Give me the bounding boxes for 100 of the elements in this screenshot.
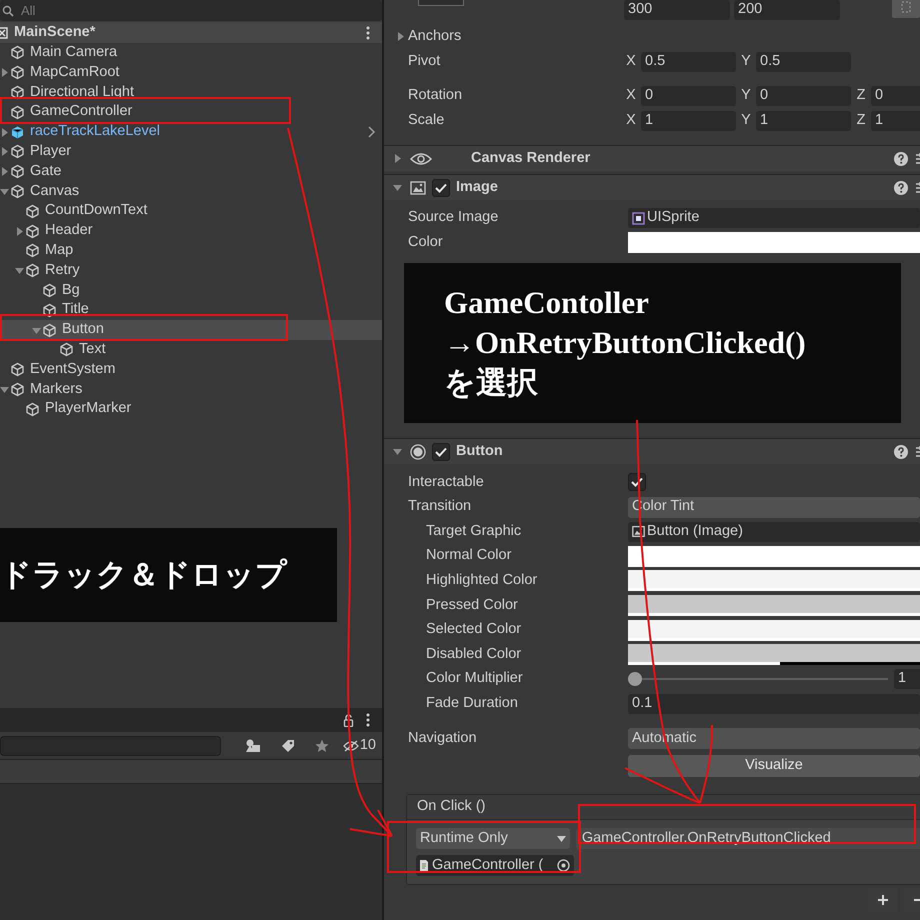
tree-item[interactable]: Map xyxy=(0,240,382,261)
caret-down-icon[interactable] xyxy=(32,326,41,335)
help-icon[interactable] xyxy=(894,180,908,194)
tree-item[interactable]: Bg xyxy=(0,280,382,300)
tree-item[interactable]: Button xyxy=(0,320,382,340)
cube-icon xyxy=(10,144,25,160)
chevron-right-icon[interactable] xyxy=(368,126,376,138)
tree-item[interactable]: CountDownText xyxy=(0,201,382,222)
color-field[interactable] xyxy=(628,546,920,567)
tree-item[interactable]: Markers xyxy=(0,380,382,400)
axis-label: X xyxy=(625,110,637,130)
caret-right-icon[interactable] xyxy=(0,147,9,156)
caret-down-icon[interactable] xyxy=(393,183,402,192)
color-field[interactable] xyxy=(628,644,920,666)
search-field[interactable] xyxy=(0,736,221,756)
lock-icon[interactable] xyxy=(343,714,354,726)
search-icon xyxy=(2,4,15,16)
property-label: Highlighted Color xyxy=(426,572,538,588)
eye-slash-icon xyxy=(342,740,359,752)
number-field[interactable]: 0 xyxy=(871,86,920,106)
search-input[interactable]: All xyxy=(21,0,321,20)
component-header[interactable]: Canvas Renderer xyxy=(384,145,920,171)
color-field[interactable] xyxy=(628,594,920,616)
help-icon[interactable] xyxy=(894,152,908,166)
tree-item[interactable]: Header xyxy=(0,221,382,241)
axis-label: X xyxy=(625,52,637,71)
caret-down-icon xyxy=(556,836,566,842)
component-title: Button xyxy=(456,442,503,461)
check-icon xyxy=(435,446,447,457)
checkbox[interactable] xyxy=(432,178,450,196)
color-field[interactable] xyxy=(628,570,920,592)
caret-right-icon[interactable] xyxy=(15,226,24,236)
tree-item[interactable]: Text xyxy=(0,340,382,360)
caret-down-icon[interactable] xyxy=(15,266,24,276)
component-header[interactable]: Image xyxy=(384,174,920,200)
property-label: Scale xyxy=(408,110,444,130)
number-field[interactable]: 0 xyxy=(756,86,851,106)
text-field[interactable]: 0.1 xyxy=(628,694,920,714)
property-label: Interactable xyxy=(408,474,484,490)
number-field[interactable]: 1 xyxy=(894,669,920,690)
dropdown[interactable]: Runtime Only xyxy=(416,828,570,850)
axis-label: Y xyxy=(740,86,752,105)
tree-item[interactable]: Canvas xyxy=(0,182,382,202)
tree-item[interactable]: GameController xyxy=(0,102,382,122)
caret-right-icon[interactable] xyxy=(0,128,9,137)
tree-item[interactable]: raceTrackLakeLevel xyxy=(0,122,382,142)
radio-circle-icon xyxy=(410,444,426,460)
property-label: Pressed Color xyxy=(426,596,518,613)
object-field[interactable]: Button (Image) xyxy=(628,522,920,542)
property-label: Pivot xyxy=(408,52,440,71)
number-field[interactable]: 1 xyxy=(641,110,736,130)
tree-item[interactable]: Gate xyxy=(0,162,382,182)
axis-label: Z xyxy=(856,110,866,130)
blueprint-icon[interactable] xyxy=(892,0,920,18)
number-field[interactable]: 1 xyxy=(871,110,920,130)
tree-item[interactable]: Main Camera xyxy=(0,43,382,63)
tree-item[interactable]: EventSystem xyxy=(0,360,382,380)
axis-label: Y xyxy=(740,52,752,71)
caret-down-icon[interactable] xyxy=(0,384,9,394)
slider[interactable] xyxy=(628,672,888,686)
property-label: Source Image xyxy=(408,209,498,226)
caret-down-icon[interactable] xyxy=(393,447,402,456)
cube-icon xyxy=(10,45,25,60)
property-label: Target Graphic xyxy=(426,522,522,539)
color-field[interactable] xyxy=(628,620,920,641)
caret-right-icon[interactable] xyxy=(0,167,9,176)
caret-down-icon[interactable] xyxy=(0,186,9,196)
color-field[interactable] xyxy=(628,232,920,254)
number-field[interactable]: 300 xyxy=(624,0,730,20)
tree-item[interactable]: Retry xyxy=(0,260,382,281)
number-field[interactable]: 200 xyxy=(734,0,840,20)
caret-right-icon[interactable] xyxy=(393,154,402,163)
menu-icon[interactable] xyxy=(366,713,370,727)
checkbox[interactable] xyxy=(432,442,450,461)
target-icon[interactable] xyxy=(557,859,570,872)
tree-item[interactable]: PlayerMarker xyxy=(0,399,382,420)
dropdown[interactable]: GameController.OnRetryButtonClicked xyxy=(576,828,920,850)
number-field[interactable]: 0.5 xyxy=(756,52,851,72)
check-icon xyxy=(435,182,447,192)
menu-icon[interactable] xyxy=(366,26,370,40)
number-field[interactable]: 0 xyxy=(641,86,736,106)
caret-right-icon[interactable] xyxy=(0,68,9,78)
foldout-label[interactable]: Anchors xyxy=(408,26,462,48)
number-field[interactable]: 0.5 xyxy=(641,52,736,72)
search-field[interactable]: All xyxy=(0,0,382,21)
tree-item[interactable]: Title xyxy=(0,300,382,320)
object-field[interactable]: UISprite xyxy=(628,208,920,228)
visualize-button[interactable]: Visualize xyxy=(628,755,920,778)
number-field[interactable]: 1 xyxy=(756,110,851,130)
property-label: Fade Duration xyxy=(426,694,518,711)
component-header[interactable]: Button xyxy=(384,438,920,464)
image-icon xyxy=(632,525,645,538)
hidden-count[interactable]: 10 xyxy=(342,734,376,756)
component-title: Canvas Renderer xyxy=(471,148,590,168)
tree-item[interactable]: MapCamRoot xyxy=(0,62,382,83)
axis-label: X xyxy=(625,86,637,105)
tree-item[interactable]: Player xyxy=(0,142,382,162)
help-icon[interactable] xyxy=(894,444,908,459)
caret-right-icon[interactable] xyxy=(396,32,405,41)
property-label: Transition xyxy=(408,498,472,514)
